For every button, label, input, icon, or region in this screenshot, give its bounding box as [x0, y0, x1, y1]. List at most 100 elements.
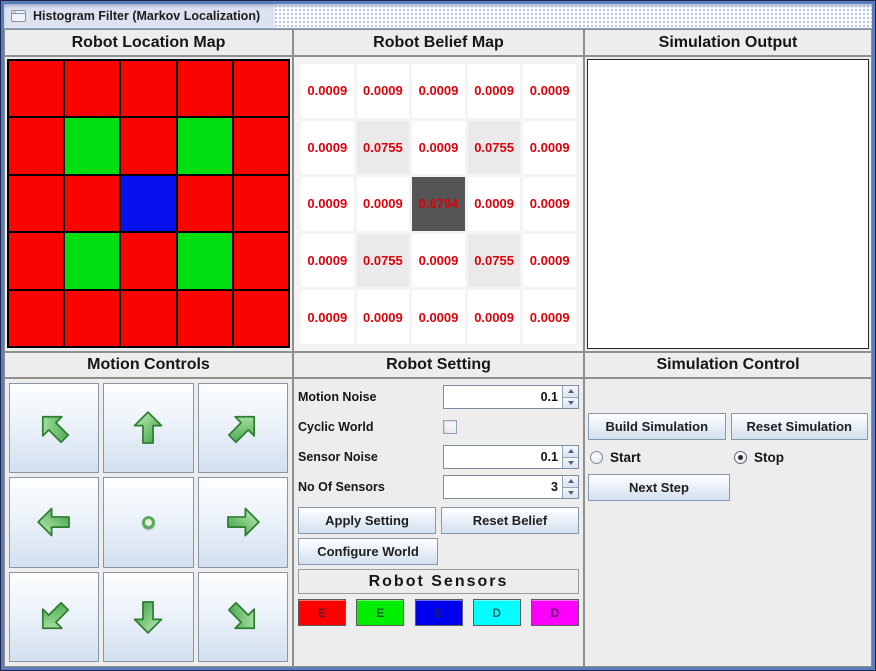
- location-cell-r3c4-red[interactable]: [233, 233, 288, 289]
- cyclic-world-label: Cyclic World: [298, 420, 374, 434]
- move-stay-button[interactable]: [103, 477, 194, 568]
- arrow-up-left-icon: [42, 416, 70, 444]
- location-cell-r2c1-red[interactable]: [65, 175, 120, 232]
- location-cell-r2c4-red[interactable]: [233, 175, 288, 232]
- move-right-button[interactable]: [197, 477, 288, 568]
- stop-radio-icon[interactable]: [734, 451, 747, 464]
- spinner-down-icon[interactable]: [562, 487, 578, 498]
- move-up-left-button[interactable]: [9, 383, 100, 474]
- location-cell-r4c0-red[interactable]: [9, 290, 64, 346]
- move-left-button[interactable]: [9, 477, 100, 568]
- location-cell-r2c3-red[interactable]: [177, 175, 232, 232]
- sensor-2-swatch[interactable]: E: [356, 599, 405, 626]
- cyclic-world-row: Cyclic World: [298, 412, 579, 442]
- no-of-sensors-row: No Of Sensors 3: [298, 472, 579, 502]
- setting-buttons-row: Apply Setting Reset Belief: [298, 507, 579, 534]
- belief-cell-r1c3: 0.0755: [467, 120, 521, 175]
- reset-belief-button[interactable]: Reset Belief: [441, 507, 579, 534]
- start-radio-label: Start: [610, 450, 641, 465]
- configure-world-button[interactable]: Configure World: [298, 538, 438, 565]
- apply-setting-button[interactable]: Apply Setting: [298, 507, 436, 534]
- spinner-down-icon[interactable]: [562, 457, 578, 468]
- belief-cell-r1c2: 0.0009: [412, 120, 465, 175]
- simulation-buttons-row: Build Simulation Reset Simulation: [588, 413, 868, 440]
- arrow-right-icon: [226, 508, 260, 537]
- sensor-noise-label: Sensor Noise: [298, 450, 378, 464]
- simulation-control-panel: Build Simulation Reset Simulation Start …: [584, 378, 872, 667]
- spinner-up-icon[interactable]: [562, 386, 578, 398]
- start-radio[interactable]: Start: [588, 450, 734, 465]
- spinner-down-icon[interactable]: [562, 397, 578, 408]
- motion-noise-spinner[interactable]: 0.1: [443, 385, 579, 409]
- robot-sensors-header: Robot Sensors: [298, 569, 579, 594]
- motion-controls-header: Motion Controls: [4, 352, 293, 378]
- sensor-5-swatch[interactable]: D: [531, 599, 579, 626]
- location-cell-r2c2-blue[interactable]: [121, 175, 176, 232]
- location-cell-r4c1-red[interactable]: [65, 290, 120, 346]
- move-down-button[interactable]: [103, 571, 194, 662]
- belief-map-grid: 0.0009 0.0009 0.0009 0.0009 0.0009 0.0009 0.07…: [294, 57, 583, 351]
- location-cell-r1c3-green[interactable]: [177, 118, 232, 174]
- belief-cell-r4c2: 0.0009: [412, 290, 465, 344]
- simulation-control-header: Simulation Control: [584, 352, 872, 378]
- sensor-noise-row: Sensor Noise 0.1: [298, 442, 579, 472]
- motion-grid: [5, 379, 292, 666]
- location-cell-r0c3-red[interactable]: [177, 61, 232, 117]
- location-map-grid: [7, 59, 290, 348]
- spinner-up-icon[interactable]: [562, 446, 578, 458]
- sensor-4-swatch[interactable]: D: [472, 599, 521, 626]
- sensor-3-swatch[interactable]: E: [414, 599, 463, 626]
- location-cell-r3c3-green[interactable]: [177, 233, 232, 289]
- sensor-noise-spinner[interactable]: 0.1: [443, 445, 579, 469]
- move-up-right-button[interactable]: [197, 383, 288, 474]
- belief-cell-r4c4: 0.0009: [523, 290, 576, 344]
- stop-radio[interactable]: Stop: [734, 450, 784, 465]
- build-simulation-button[interactable]: Build Simulation: [588, 413, 726, 440]
- belief-cell-r0c4: 0.0009: [523, 64, 576, 118]
- belief-cell-r0c3: 0.0009: [467, 64, 521, 118]
- location-cell-r3c1-green[interactable]: [65, 233, 120, 289]
- belief-cell-r3c4: 0.0009: [523, 233, 576, 288]
- belief-cell-r0c1: 0.0009: [356, 64, 410, 118]
- titlebar-texture: [274, 4, 872, 28]
- move-down-right-button[interactable]: [197, 571, 288, 662]
- location-cell-r1c1-green[interactable]: [65, 118, 120, 174]
- location-cell-r0c2-red[interactable]: [121, 61, 176, 117]
- sensor-swatches: EEEDD: [298, 599, 579, 626]
- cyclic-world-checkbox[interactable]: [443, 420, 457, 434]
- belief-cell-r0c2: 0.0009: [412, 64, 465, 118]
- location-cell-r4c2-red[interactable]: [121, 290, 176, 346]
- belief-cell-r4c1: 0.0009: [356, 290, 410, 344]
- belief-cell-r2c1: 0.0009: [356, 177, 410, 231]
- location-cell-r1c0-red[interactable]: [9, 118, 64, 174]
- location-cell-r0c1-red[interactable]: [65, 61, 120, 117]
- belief-cell-r3c1: 0.0755: [356, 233, 410, 288]
- location-cell-r0c4-red[interactable]: [233, 61, 288, 117]
- location-map-header: Robot Location Map: [4, 29, 293, 56]
- spinner-up-icon[interactable]: [562, 476, 578, 488]
- move-down-left-button[interactable]: [9, 571, 100, 662]
- belief-cell-r2c0: 0.0009: [301, 177, 354, 231]
- title-bar[interactable]: Histogram Filter (Markov Localization): [4, 4, 872, 29]
- motion-noise-value[interactable]: 0.1: [444, 386, 562, 408]
- arrow-up-icon: [134, 411, 163, 445]
- location-cell-r0c0-red[interactable]: [9, 61, 64, 117]
- location-cell-r1c4-red[interactable]: [233, 118, 288, 174]
- location-cell-r4c3-red[interactable]: [177, 290, 232, 346]
- start-radio-icon[interactable]: [590, 451, 603, 464]
- simulation-output-area[interactable]: [587, 59, 869, 349]
- sensor-noise-value[interactable]: 0.1: [444, 446, 562, 468]
- no-of-sensors-value[interactable]: 3: [444, 476, 562, 498]
- location-cell-r3c2-red[interactable]: [121, 233, 176, 289]
- move-up-button[interactable]: [103, 383, 194, 474]
- location-cell-r1c2-red[interactable]: [121, 118, 176, 174]
- arrow-up-right-icon: [227, 416, 255, 444]
- arrow-down-icon: [134, 600, 163, 634]
- location-cell-r2c0-red[interactable]: [9, 175, 64, 232]
- next-step-button[interactable]: Next Step: [588, 474, 730, 501]
- location-cell-r4c4-red[interactable]: [233, 290, 288, 346]
- sensor-1-swatch[interactable]: E: [298, 599, 346, 626]
- no-of-sensors-spinner[interactable]: 3: [443, 475, 579, 499]
- location-cell-r3c0-red[interactable]: [9, 233, 64, 289]
- reset-simulation-button[interactable]: Reset Simulation: [730, 413, 868, 440]
